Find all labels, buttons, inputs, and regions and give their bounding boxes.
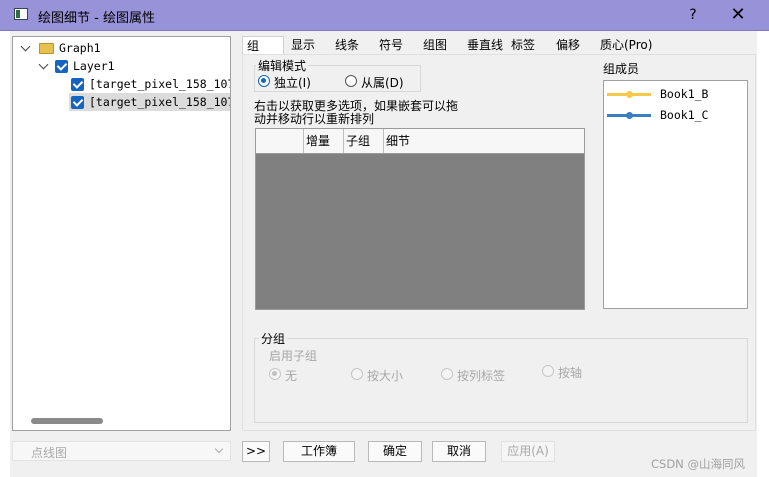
- ok-button[interactable]: 确定: [368, 441, 422, 462]
- app-icon: [14, 8, 28, 20]
- grid-header: 增量 子组 细节: [256, 129, 584, 154]
- grid-col-subgroup[interactable]: 子组: [343, 129, 383, 153]
- by-column-label-label: 按列标签: [457, 369, 506, 383]
- tree-item-label: [target_pixel_158_107.cs: [89, 95, 230, 109]
- tab-group-plot[interactable]: 组图: [419, 36, 451, 54]
- independent-radio[interactable]: [258, 75, 270, 87]
- tab-line[interactable]: 线条: [331, 36, 363, 54]
- line-swatch-icon: [607, 91, 651, 98]
- close-button[interactable]: ✕: [726, 5, 750, 25]
- background-app-right: [757, 30, 769, 477]
- tab-centroid[interactable]: 质心(Pro): [596, 36, 656, 54]
- by-size-radio[interactable]: [351, 368, 363, 380]
- tree-item-graph[interactable]: Graph1: [19, 39, 219, 57]
- edit-mode-title: 编辑模式: [256, 57, 309, 74]
- member-label: Book1_B: [660, 87, 709, 101]
- tree-item-label: [target_pixel_158_107.cs: [89, 77, 230, 91]
- by-column-label-radio[interactable]: [441, 368, 453, 380]
- by-axis-radio[interactable]: [542, 365, 554, 377]
- tab-offset[interactable]: 偏移: [552, 36, 584, 54]
- by-axis-label: 按轴: [558, 366, 583, 380]
- tab-label[interactable]: 标签: [507, 36, 539, 54]
- watermark: CSDN @山海同风: [651, 457, 745, 471]
- checkbox-icon[interactable]: [71, 96, 84, 109]
- grid-col-detail[interactable]: 细节: [383, 129, 584, 153]
- folder-icon: [39, 43, 54, 54]
- tree-item-plot-2[interactable]: [target_pixel_158_107.cs: [69, 93, 230, 111]
- checkbox-icon[interactable]: [55, 60, 68, 73]
- grid-col-increment[interactable]: 增量: [303, 129, 343, 153]
- independent-label: 独立(I): [274, 76, 311, 90]
- line-swatch-icon: [607, 112, 651, 119]
- tab-strip: 组 显示 线条 符号 组图 垂直线 标签 偏移 质心(Pro): [242, 36, 756, 54]
- tree-item-layer[interactable]: Layer1: [37, 57, 227, 75]
- tab-display[interactable]: 显示: [287, 36, 319, 54]
- group-members-list[interactable]: Book1_B Book1_C: [603, 80, 748, 309]
- apply-button[interactable]: 应用(A): [501, 441, 555, 462]
- hint-line-2: 动并移动行以重新排列: [254, 112, 375, 126]
- group-grid[interactable]: 增量 子组 细节: [255, 128, 585, 310]
- window-title: 绘图细节 - 绘图属性: [38, 11, 155, 26]
- enable-subgroup-label: 启用子组: [269, 349, 318, 363]
- chevron-down-icon: [214, 444, 224, 454]
- chevron-down-icon[interactable]: [39, 61, 49, 71]
- member-item[interactable]: Book1_C: [604, 106, 747, 124]
- cancel-button[interactable]: 取消: [432, 441, 486, 462]
- title-bar: 绘图细节 - 绘图属性 ? ✕: [0, 0, 769, 31]
- chevron-down-icon[interactable]: [21, 43, 31, 53]
- none-label: 无: [285, 369, 298, 383]
- none-radio[interactable]: [269, 368, 281, 380]
- plot-type-value: 点线图: [31, 446, 68, 460]
- tab-symbol[interactable]: 符号: [375, 36, 407, 54]
- tree-item-plot-1[interactable]: [target_pixel_158_107.cs: [69, 75, 230, 93]
- tab-drop-line[interactable]: 垂直线: [463, 36, 507, 54]
- background-app-left: [0, 30, 10, 477]
- by-size-label: 按大小: [367, 369, 404, 383]
- expand-button[interactable]: >>: [242, 441, 270, 462]
- tab-group[interactable]: 组: [242, 36, 284, 54]
- horizontal-scrollbar[interactable]: [31, 418, 103, 424]
- checkbox-icon[interactable]: [71, 78, 84, 91]
- dependent-label: 从属(D): [361, 76, 404, 90]
- tree-item-label: Layer1: [73, 59, 115, 73]
- workbook-button[interactable]: 工作簿: [283, 441, 355, 462]
- plot-type-combo[interactable]: 点线图: [12, 441, 231, 461]
- grouping-title: 分组: [259, 330, 288, 347]
- tree-item-label: Graph1: [59, 41, 101, 55]
- member-item[interactable]: Book1_B: [604, 85, 747, 103]
- member-label: Book1_C: [660, 108, 709, 122]
- grid-col-blank[interactable]: [256, 129, 303, 153]
- plot-tree[interactable]: Graph1 Layer1 [target_pixel_158_107.cs […: [12, 36, 231, 431]
- help-button[interactable]: ?: [681, 5, 705, 25]
- group-members-title: 组成员: [603, 62, 640, 76]
- dependent-radio[interactable]: [345, 75, 357, 87]
